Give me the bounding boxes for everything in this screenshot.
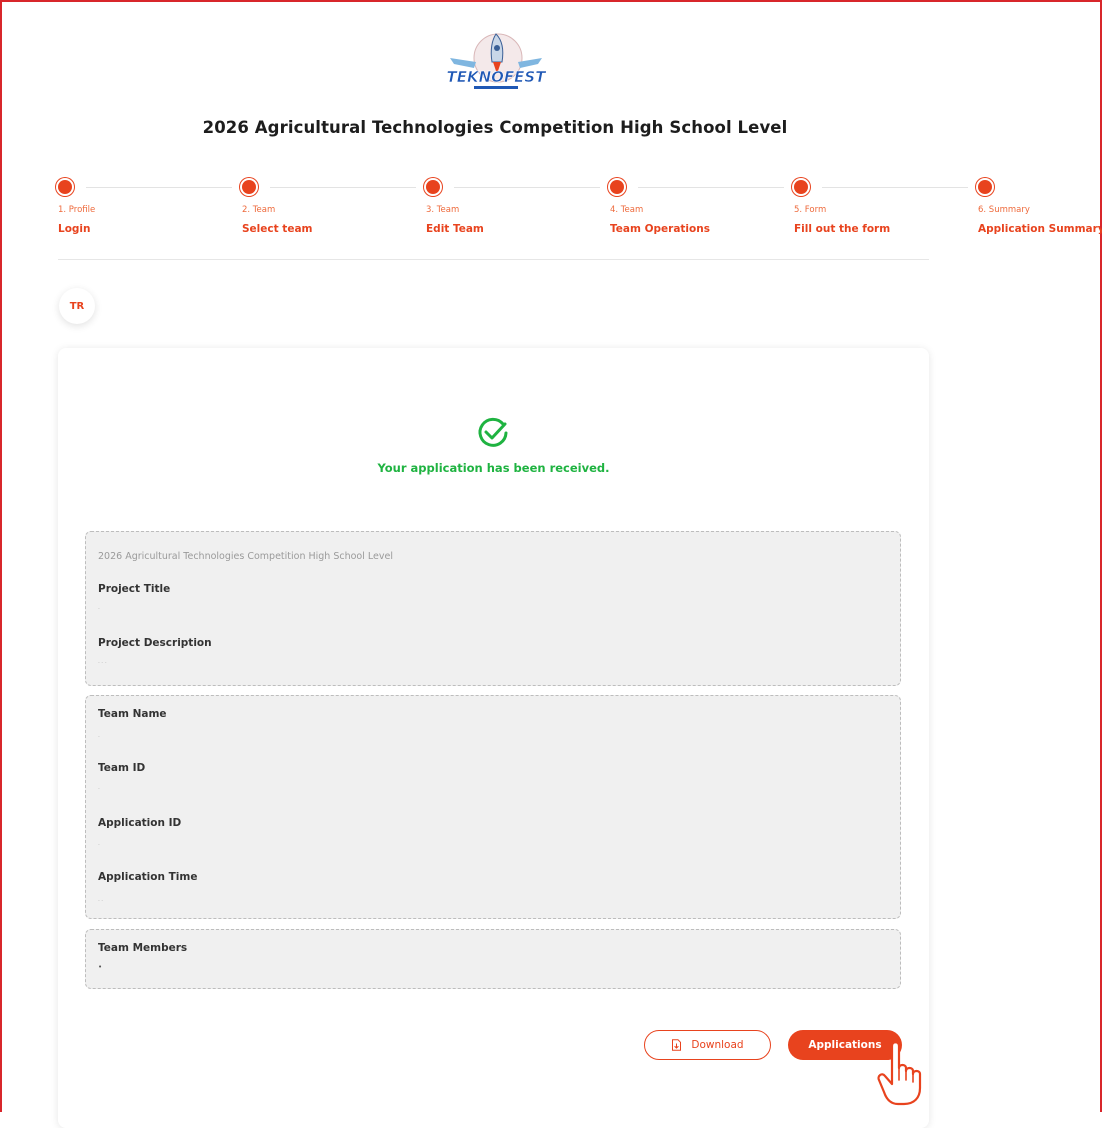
team-name-value: - — [98, 734, 100, 740]
step-connector — [86, 187, 232, 188]
step-number: 4. Team — [610, 205, 644, 215]
step-dot — [242, 180, 256, 194]
step-name: Fill out the form — [794, 223, 891, 235]
download-button[interactable]: Download — [644, 1030, 771, 1060]
application-time-label: Application Time — [98, 871, 198, 883]
team-members-label: Team Members — [98, 942, 188, 954]
step-connector — [638, 187, 784, 188]
application-id-value: - — [98, 842, 100, 848]
step-dot — [610, 180, 624, 194]
team-id-value: - — [98, 786, 100, 792]
step-number: 5. Form — [794, 205, 827, 215]
step-dot — [978, 180, 992, 194]
svg-text:TEKNOFEST: TEKNOFEST — [447, 68, 546, 86]
team-members-panel — [85, 929, 901, 989]
step-name: Select team — [242, 223, 313, 235]
stepper-divider — [58, 259, 929, 260]
teknofest-logo: TEKNOFEST — [446, 33, 546, 89]
step-name: Login — [58, 223, 91, 235]
step-name: Application Summary — [978, 223, 1102, 235]
step-connector — [454, 187, 600, 188]
team-id-label: Team ID — [98, 762, 146, 774]
team-info-panel — [85, 695, 901, 919]
progress-stepper: 1. Profile Login 2. Team Select team 3. … — [58, 180, 1102, 240]
step-name: Edit Team — [426, 223, 484, 235]
step-dot — [426, 180, 440, 194]
competition-name: 2026 Agricultural Technologies Competiti… — [98, 551, 393, 562]
step-number: 3. Team — [426, 205, 460, 215]
step-dot — [58, 180, 72, 194]
project-description-label: Project Description — [98, 637, 212, 649]
team-members-value: • — [98, 963, 103, 971]
project-description-value: - - - — [98, 660, 107, 666]
step-name: Team Operations — [610, 223, 710, 235]
page-title: 2026 Agricultural Technologies Competiti… — [202, 118, 788, 137]
project-title-label: Project Title — [98, 583, 171, 595]
step-dot — [794, 180, 808, 194]
success-message: Your application has been received. — [377, 461, 610, 475]
hand-pointer-cursor-icon — [877, 1041, 922, 1106]
check-circle-icon — [478, 417, 508, 447]
step-connector — [270, 187, 416, 188]
step-connector — [822, 187, 968, 188]
language-toggle-button[interactable]: TR — [59, 288, 95, 324]
step-number: 6. Summary — [978, 205, 1030, 215]
application-id-label: Application ID — [98, 817, 182, 829]
step-number: 2. Team — [242, 205, 276, 215]
project-title-value: - — [98, 606, 100, 612]
application-time-value: - - — [98, 898, 104, 904]
team-name-label: Team Name — [98, 708, 167, 720]
document-download-icon — [672, 1039, 682, 1051]
download-label: Download — [691, 1039, 744, 1051]
step-number: 1. Profile — [58, 205, 96, 215]
